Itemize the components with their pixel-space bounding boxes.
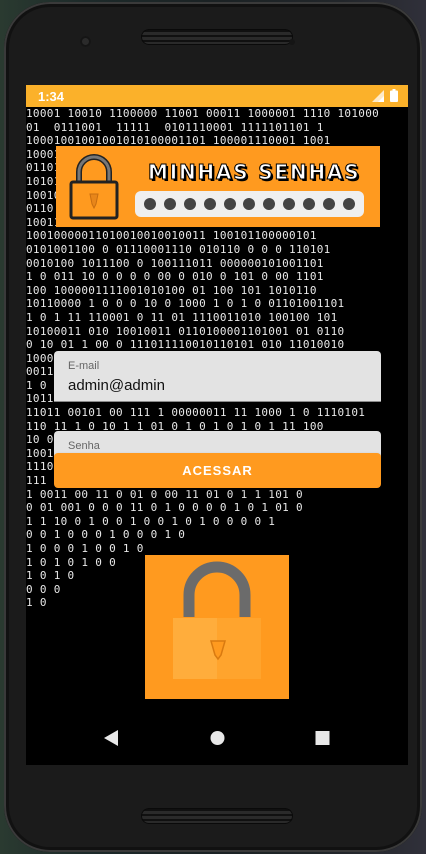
password-dot xyxy=(303,198,316,210)
binary-line: 10110000 1 0 0 0 10 0 1000 1 0 1 0 01101… xyxy=(26,297,345,311)
password-dot xyxy=(163,198,176,210)
binary-line: 01 0111001 11111 0101110001 1111101101 1 xyxy=(26,120,324,134)
binary-line: 10100011 010 10010011 0110100001101001 0… xyxy=(26,324,345,338)
lock-icon xyxy=(69,154,119,220)
email-value: admin@admin xyxy=(68,377,165,394)
status-time: 1:34 xyxy=(38,89,65,104)
navigation-bar xyxy=(26,715,408,765)
signal-icon xyxy=(372,89,384,102)
phone-frame: 1:34 10001 10010 1100000 11001 00011 100… xyxy=(4,2,422,852)
password-dot xyxy=(343,198,356,210)
status-bar: 1:34 xyxy=(26,85,408,107)
binary-line: 0 01 001 0 0 0 11 0 1 0 0 0 0 1 0 1 01 0 xyxy=(26,501,303,515)
battery-icon xyxy=(390,89,398,102)
unlock-icon xyxy=(173,561,261,679)
binary-line: 10010000011010010010010011 1001011000001… xyxy=(26,229,317,243)
open-lock-image xyxy=(145,555,289,699)
binary-line: 1 0011 00 11 0 01 0 00 11 01 0 1 1 101 0 xyxy=(26,487,303,501)
password-dot xyxy=(243,198,256,210)
binary-line: 1 0 0 0 1 0 0 1 0 xyxy=(26,542,144,555)
binary-line: 0010100 1011100 0 100111011 000000101001… xyxy=(26,256,324,270)
app-banner: MINHAS SENHAS xyxy=(56,146,380,227)
password-dot xyxy=(183,198,196,210)
binary-line: 0101001100 0 01110001110 010110 0 0 0 11… xyxy=(26,242,331,256)
recents-icon[interactable] xyxy=(315,730,330,746)
binary-line: 10001 10010 1100000 11001 00011 1000001 … xyxy=(26,107,380,120)
password-dot xyxy=(223,198,236,210)
status-icons xyxy=(372,89,398,102)
back-icon[interactable] xyxy=(104,730,118,746)
login-button[interactable]: ACESSAR xyxy=(54,453,381,488)
password-dots xyxy=(135,191,364,217)
proximity-sensor xyxy=(289,39,295,45)
speaker-grille xyxy=(141,29,293,45)
binary-line: 0 10 01 1 00 0 111011110010110101 010 11… xyxy=(26,338,345,352)
password-dot xyxy=(323,198,336,210)
binary-line: 100 1000001111001010100 01 100 101 10101… xyxy=(26,283,317,297)
password-dot xyxy=(143,198,156,210)
login-screen: 10001 10010 1100000 11001 00011 1000001 … xyxy=(26,107,408,715)
binary-line: 1 0 011 10 0 0 0 0 00 0 010 0 101 0 00 1… xyxy=(26,270,324,284)
binary-line: 11011 00101 00 111 1 00000011 11 1000 1 … xyxy=(26,406,366,420)
email-field[interactable]: E-mail admin@admin xyxy=(54,351,381,402)
email-label: E-mail xyxy=(68,360,100,372)
home-icon[interactable] xyxy=(210,730,225,746)
speaker-grille xyxy=(141,808,293,824)
password-dot xyxy=(203,198,216,210)
binary-line: 1 1 10 0 1 0 0 1 0 0 1 0 1 0 0 0 0 1 xyxy=(26,514,276,528)
front-camera xyxy=(80,36,91,47)
binary-line: 1 0 1 11 110001 0 11 01 1110011010 10010… xyxy=(26,310,338,324)
password-label: Senha xyxy=(68,440,100,452)
app-title: MINHAS SENHAS xyxy=(148,160,361,185)
device-screen: 1:34 10001 10010 1100000 11001 00011 100… xyxy=(26,85,408,765)
binary-line: 0 0 1 0 0 0 1 0 0 0 1 0 xyxy=(26,528,186,542)
password-dot xyxy=(263,198,276,210)
password-dot xyxy=(283,198,296,210)
